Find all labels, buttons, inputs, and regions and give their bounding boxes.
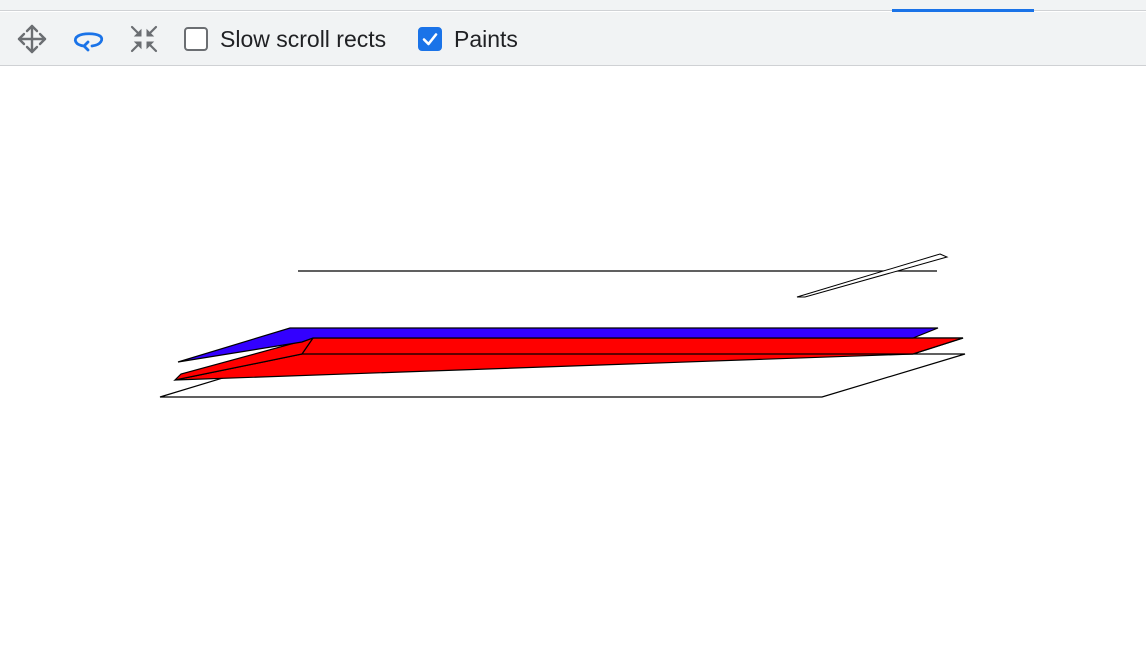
pan-mode-button[interactable] (12, 12, 52, 66)
slow-scroll-rects-checkbox[interactable] (184, 27, 208, 51)
paints-toggle[interactable]: Paints (418, 12, 518, 66)
slow-scroll-rects-label: Slow scroll rects (220, 25, 387, 52)
move-arrows-icon (15, 22, 49, 56)
layer-red-body (300, 337, 964, 355)
paints-checkbox[interactable] (418, 27, 442, 51)
reset-view-button[interactable] (124, 12, 164, 66)
layers-3d-canvas[interactable] (0, 67, 1146, 658)
rotate-icon (70, 24, 106, 54)
layers-3d-viewport[interactable] (0, 67, 1146, 658)
collapse-arrows-icon (128, 23, 160, 55)
checkmark-icon (422, 33, 438, 46)
layer-scrollbar[interactable] (796, 253, 949, 298)
layers-toolbar: Slow scroll rects Paints (0, 12, 1146, 66)
slow-scroll-rects-toggle[interactable]: Slow scroll rects (184, 12, 386, 66)
rotate-mode-button[interactable] (68, 12, 108, 66)
paints-label: Paints (454, 25, 518, 52)
